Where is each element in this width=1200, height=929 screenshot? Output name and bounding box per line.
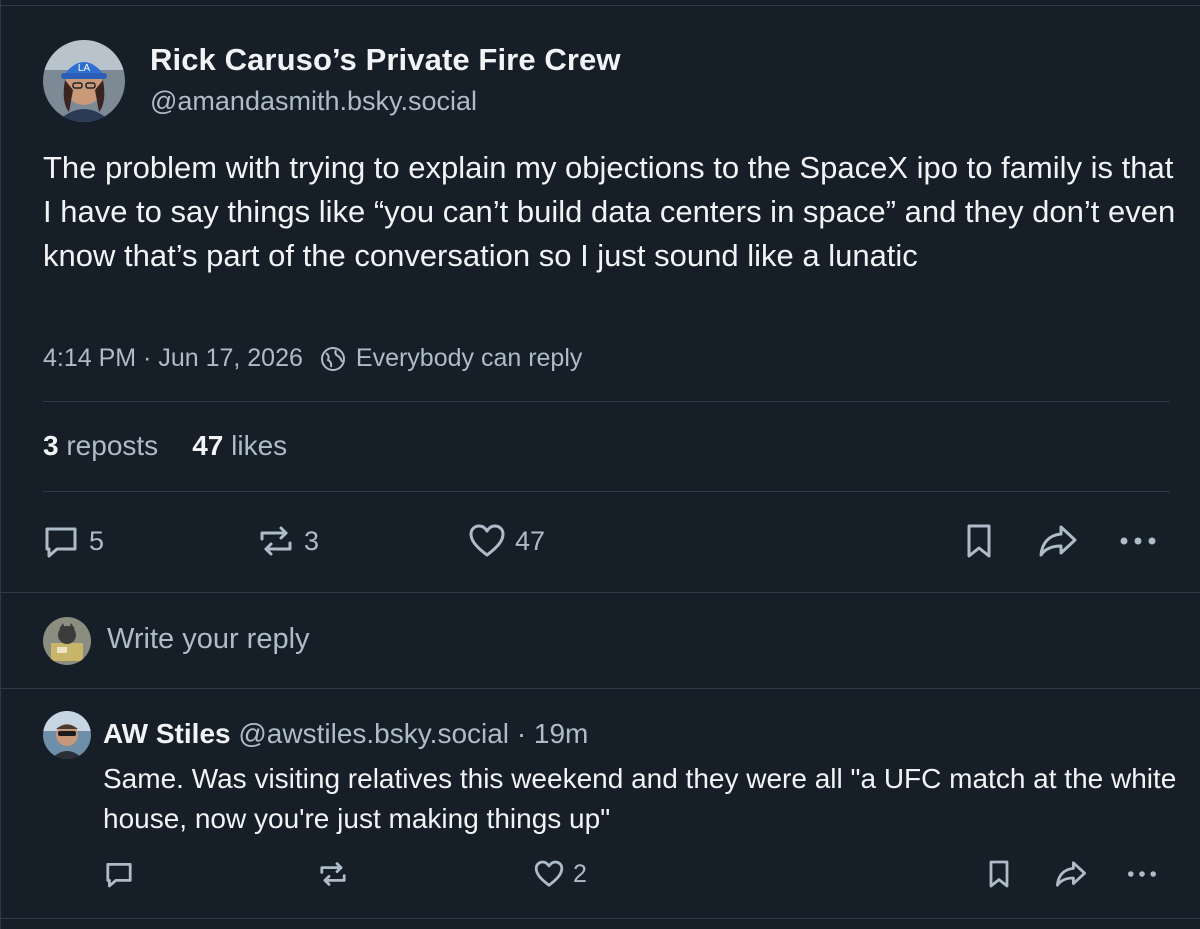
reply-like-button[interactable]: 2 (533, 858, 587, 890)
comment-icon (106, 863, 132, 888)
likes-count: 47 (192, 430, 224, 461)
reply-body-text: Same. Was visiting relatives this weeken… (103, 763, 1177, 834)
reposts-count: 3 (43, 430, 59, 461)
reply-like-count: 2 (573, 859, 587, 888)
reply-repost-button[interactable] (317, 858, 349, 890)
more-icon (1120, 537, 1156, 545)
reply-bookmark-button[interactable] (983, 858, 1015, 890)
reply-author-name[interactable]: AW Stiles (103, 718, 231, 749)
author-display-name[interactable]: Rick Caruso’s Private Fire Crew (150, 42, 621, 78)
share-icon (1039, 525, 1077, 557)
like-count: 47 (515, 525, 546, 556)
reposts-label: reposts (66, 430, 159, 461)
likes-stat[interactable]: 47 likes (192, 430, 287, 462)
reply-header: AW Stiles @awstiles.bsky.social · 19m (103, 718, 588, 750)
section-divider-1 (1, 592, 1200, 593)
reply-reply-button[interactable] (103, 858, 135, 890)
repost-icon (320, 862, 346, 886)
stats-divider-top (43, 401, 1170, 402)
globe-icon (319, 345, 347, 373)
bookmark-icon (989, 860, 1009, 888)
reply-button[interactable]: 5 (41, 521, 104, 561)
post-thread: LA Rick Caruso’s Private Fire Crew @aman… (0, 0, 1200, 929)
reply-composer-input[interactable]: Write your reply (107, 623, 310, 656)
post-timestamp[interactable]: 4:14 PM · Jun 17, 2026 (43, 344, 303, 373)
reposts-stat[interactable]: 3 reposts (43, 430, 158, 462)
viewer-avatar (43, 617, 91, 665)
repost-count: 3 (304, 525, 320, 556)
stats-divider-bottom (43, 491, 1170, 492)
repost-icon (260, 526, 292, 556)
reply-more-options-button[interactable] (1124, 858, 1160, 890)
repost-button[interactable]: 3 (256, 521, 319, 561)
author-avatar[interactable]: LA (43, 40, 125, 122)
author-handle[interactable]: @amandasmith.bsky.social (150, 86, 477, 117)
comment-icon (45, 527, 77, 558)
likes-label: likes (231, 430, 288, 461)
engagement-stats: 3 reposts 47 likes (43, 430, 287, 462)
share-button[interactable] (1037, 521, 1079, 561)
more-options-button[interactable] (1117, 521, 1159, 561)
post-body-text: The problem with trying to explain my ob… (43, 150, 1176, 273)
reply-setting-label[interactable]: Everybody can reply (356, 344, 583, 373)
heart-icon (534, 860, 564, 887)
post-meta: 4:14 PM · Jun 17, 2026 Everybody can rep… (43, 344, 582, 373)
share-icon (1056, 861, 1087, 887)
section-divider-2 (1, 688, 1200, 689)
reply-author-handle[interactable]: @awstiles.bsky.social (238, 718, 509, 749)
more-icon (1128, 871, 1156, 877)
section-divider-3 (1, 918, 1200, 919)
bookmark-icon (967, 524, 991, 558)
svg-text:LA: LA (78, 63, 91, 74)
heart-icon (469, 524, 505, 557)
like-button[interactable]: 47 (467, 521, 545, 561)
top-divider (1, 0, 1200, 6)
reply-author-avatar[interactable] (43, 711, 91, 759)
reply-count: 5 (89, 525, 105, 556)
reply-share-button[interactable] (1054, 858, 1088, 890)
bookmark-button[interactable] (959, 521, 999, 561)
reply-age[interactable]: · 19m (517, 718, 589, 749)
